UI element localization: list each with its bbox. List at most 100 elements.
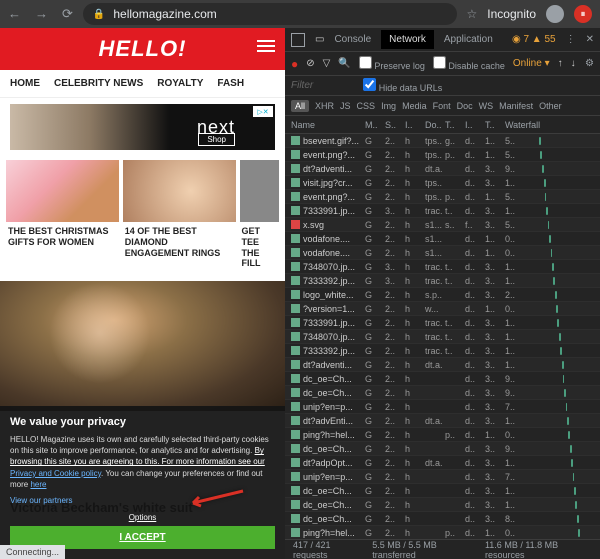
nav-item[interactable]: FASH	[217, 78, 244, 89]
disable-cache-checkbox[interactable]: Disable cache	[433, 56, 505, 71]
article-card[interactable]: THE BEST CHRISTMAS GIFTS FOR WOMEN	[6, 160, 119, 273]
adchoices-icon[interactable]: ▷✕	[253, 106, 273, 117]
reload-icon[interactable]: ⟳	[62, 6, 73, 22]
filter-input[interactable]: Filter	[291, 80, 313, 91]
clear-icon[interactable]: ⊘	[306, 58, 314, 69]
nav-item[interactable]: CELEBRITY NEWS	[54, 78, 143, 89]
filter-xhr[interactable]: XHR	[315, 101, 334, 111]
tab-application[interactable]: Application	[444, 34, 493, 45]
close-icon[interactable]: ✕	[586, 34, 594, 45]
card-image	[240, 160, 279, 222]
filter-manifest[interactable]: Manifest	[499, 101, 533, 111]
device-toggle-icon[interactable]: ▭	[315, 34, 324, 45]
request-row[interactable]: dt?adventi...G2..hdt.a..d..3..9..	[285, 162, 600, 176]
request-row[interactable]: event.png?...G2..htps..p..d..1..5..	[285, 148, 600, 162]
preserve-log-checkbox[interactable]: Preserve log	[359, 56, 425, 71]
request-row[interactable]: vodafone....G2..hs1...d..1..0..	[285, 232, 600, 246]
request-row[interactable]: vodafone....G2..hs1...d..1..0..	[285, 246, 600, 260]
ad-cta[interactable]: Shop	[198, 133, 235, 146]
request-row[interactable]: x.svgG2..hs1...s..f..3..5..	[285, 218, 600, 232]
file-icon	[291, 234, 300, 243]
options-link[interactable]: Options	[10, 513, 275, 522]
throttle-select[interactable]: Online ▾	[513, 58, 550, 69]
search-icon[interactable]: 🔍	[338, 58, 350, 69]
site-logo[interactable]: HELLO!	[99, 36, 187, 62]
settings-icon[interactable]: ⚙	[585, 58, 594, 69]
pause-icon[interactable]: ⏸	[574, 5, 592, 23]
download-icon[interactable]: ↓	[571, 58, 576, 69]
request-row[interactable]: dt?advEnti...G2..hdt.a..d..3..1..	[285, 414, 600, 428]
inspect-icon[interactable]	[291, 33, 305, 47]
request-row[interactable]: visit.jpg?cr...G2..htps..d..3..1..	[285, 176, 600, 190]
file-icon	[291, 248, 300, 257]
filter-doc[interactable]: Doc	[457, 101, 473, 111]
back-icon[interactable]: ←	[8, 6, 21, 22]
hero-image[interactable]	[0, 281, 285, 411]
col-name[interactable]: Name	[291, 120, 363, 130]
request-name: x.svg	[291, 220, 363, 230]
error-badge[interactable]: ◉ 7 ▲ 55	[512, 34, 556, 45]
request-name: dt?adventi...	[291, 164, 363, 174]
nav-item[interactable]: HOME	[10, 78, 40, 89]
request-row[interactable]: 7348070.jp...G3..htrac..t..d..3..1..	[285, 260, 600, 274]
kebab-icon[interactable]: ⋮	[566, 34, 576, 45]
request-row[interactable]: dc_oe=Ch...G2..hd..3..9..	[285, 442, 600, 456]
article-card[interactable]: GET TEE THE FILL	[240, 160, 279, 273]
record-icon[interactable]: ●	[291, 57, 298, 71]
request-row[interactable]: dc_oe=Ch...G2..hd..3..8..	[285, 512, 600, 526]
waterfall-cell	[525, 428, 594, 441]
site-nav: HOME CELEBRITY NEWS ROYALTY FASH	[0, 70, 285, 98]
request-row[interactable]: dt?adpOpt...G2..hdt.a..d..3..1..	[285, 456, 600, 470]
policy-link[interactable]: Privacy and Cookie policy	[10, 469, 101, 478]
filter-all[interactable]: All	[291, 100, 309, 112]
request-row[interactable]: dc_oe=Ch...G2..hd..3..1..	[285, 498, 600, 512]
star-icon[interactable]: ☆	[467, 7, 478, 21]
request-row[interactable]: bsevent.gif?...G2..htps..g..d..1..5..	[285, 134, 600, 148]
article-card[interactable]: 14 OF THE BEST DIAMOND ENGAGEMENT RINGS	[123, 160, 236, 273]
request-row[interactable]: dc_oe=Ch...G2..hd..3..1..	[285, 484, 600, 498]
request-row[interactable]: 7333392.jp...G2..htrac..t..d..3..1..	[285, 344, 600, 358]
request-name: logo_white...	[291, 290, 363, 300]
filter-css[interactable]: CSS	[357, 101, 376, 111]
upload-icon[interactable]: ↑	[558, 58, 563, 69]
request-row[interactable]: event.png?...G2..htps..p..d..1..5..	[285, 190, 600, 204]
request-row[interactable]: 7333991.jp...G3..htrac..t..d..3..1..	[285, 204, 600, 218]
filter-font[interactable]: Font	[433, 101, 451, 111]
menu-icon[interactable]	[257, 40, 275, 52]
address-bar[interactable]: 🔒 hellomagazine.com	[83, 3, 457, 25]
request-row[interactable]: dc_oe=Ch...G2..hd..3..9..	[285, 372, 600, 386]
request-list[interactable]: bsevent.gif?...G2..htps..g..d..1..5..eve…	[285, 134, 600, 539]
filter-ws[interactable]: WS	[479, 101, 494, 111]
request-row[interactable]: dt?adventi...G2..hdt.a..d..3..1..	[285, 358, 600, 372]
col-waterfall[interactable]: Waterfall	[505, 120, 594, 130]
here-link[interactable]: here	[30, 480, 46, 489]
tab-network[interactable]: Network	[381, 30, 434, 49]
request-row[interactable]: unip?en=p...G2..hd..3..7..	[285, 400, 600, 414]
profile-icon[interactable]	[546, 5, 564, 23]
tab-console[interactable]: Console	[334, 34, 371, 45]
waterfall-cell	[525, 134, 594, 147]
forward-icon[interactable]: →	[35, 6, 48, 22]
filter-other[interactable]: Other	[539, 101, 562, 111]
file-icon	[291, 360, 300, 369]
request-row[interactable]: 7333991.jp...G2..htrac..t..d..3..1..	[285, 316, 600, 330]
filter-js[interactable]: JS	[340, 101, 351, 111]
request-row[interactable]: 7348070.jp...G2..htrac..t..d..3..1..	[285, 330, 600, 344]
partners-link[interactable]: View our partners	[10, 496, 73, 505]
request-row[interactable]: ping?h=hel...G2..hp..d..1..0..	[285, 526, 600, 539]
request-row[interactable]: 7333392.jp...G3..htrac..t..d..3..1..	[285, 274, 600, 288]
file-icon	[291, 430, 300, 439]
filter-media[interactable]: Media	[402, 101, 427, 111]
request-row[interactable]: unip?en=p...G2..hd..3..7..	[285, 470, 600, 484]
request-row[interactable]: ?version=1...G2..hw...d..1..0..	[285, 302, 600, 316]
request-row[interactable]: logo_white...G2..hs.p..d..3..2..	[285, 288, 600, 302]
nav-item[interactable]: ROYALTY	[157, 78, 203, 89]
waterfall-cell	[525, 190, 594, 203]
filter-img[interactable]: Img	[381, 101, 396, 111]
banner-ad[interactable]: next Shop ▷✕	[10, 104, 275, 150]
request-row[interactable]: dc_oe=Ch...G2..hd..3..9..	[285, 386, 600, 400]
request-row[interactable]: ping?h=hel...G2..hp..d..1..0..	[285, 428, 600, 442]
filter-icon[interactable]: ▽	[323, 58, 331, 69]
waterfall-cell	[525, 358, 594, 371]
hide-data-urls-checkbox[interactable]: Hide data URLs	[363, 78, 442, 93]
